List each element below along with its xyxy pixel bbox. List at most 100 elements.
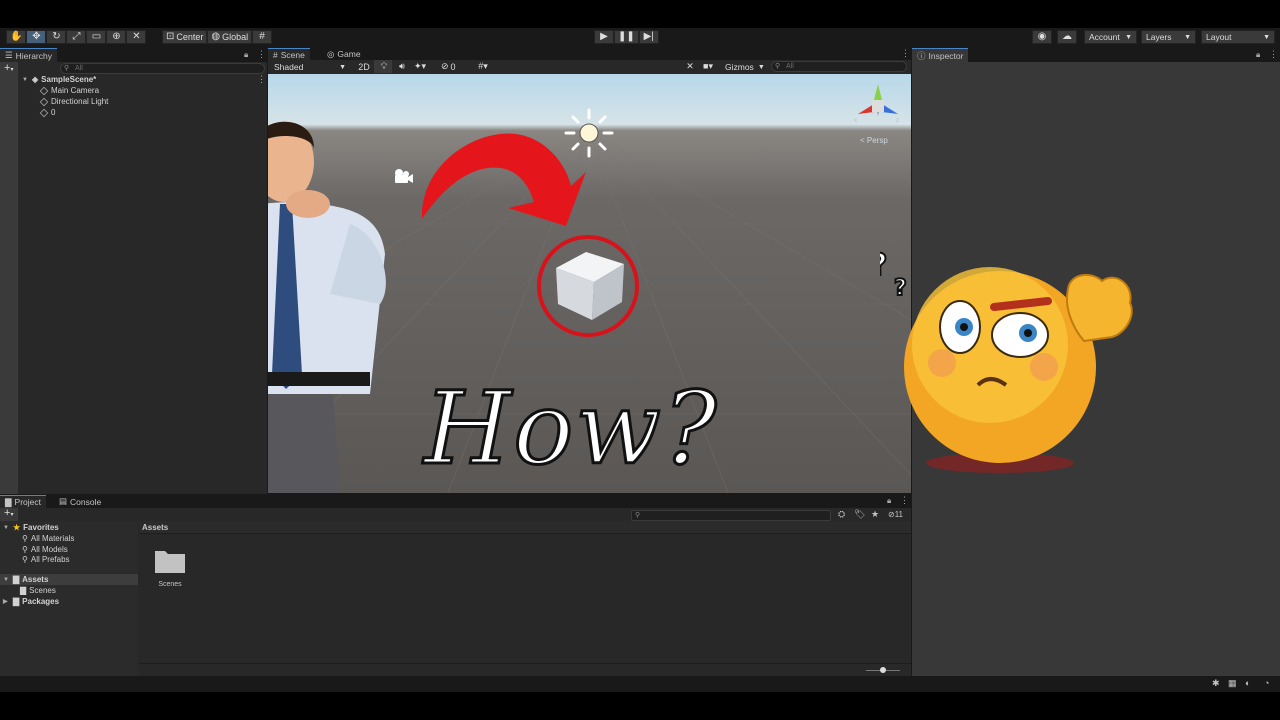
project-search-input[interactable]: ⚲ xyxy=(631,510,831,521)
persp-label[interactable]: < Persp xyxy=(860,136,888,145)
transform-tool-icon[interactable]: ⊕ xyxy=(106,30,127,44)
custom-tool-icon[interactable]: ✕ xyxy=(126,30,147,44)
scene-root-row[interactable]: ▼ ◈ SampleScene* xyxy=(22,74,96,85)
lock-icon[interactable]: 🔒︎ xyxy=(1256,50,1260,60)
asset-grid-item[interactable]: Scenes xyxy=(150,547,190,588)
favorite-item[interactable]: ⚲ All Prefabs xyxy=(22,554,70,565)
cloud-icon[interactable]: ☁ xyxy=(1057,30,1077,44)
audio-toggle-icon[interactable]: 🔊︎ xyxy=(392,60,412,73)
lighting-toggle-icon[interactable]: 💡︎ xyxy=(374,60,394,73)
hierarchy-item[interactable]: 0 xyxy=(39,107,56,118)
hidden-objects-toggle[interactable]: ⊘ 0 xyxy=(438,60,459,73)
hierarchy-item-label: Directional Light xyxy=(51,97,109,106)
pivot-toggles: ⊡ Center ◍ Global xyxy=(162,30,253,44)
tab-game[interactable]: ◎ Game xyxy=(322,48,366,60)
bug-icon[interactable]: ✱ xyxy=(1212,678,1220,689)
kebab-menu-icon[interactable]: ⋮ xyxy=(257,49,266,60)
progress-icon[interactable]: ◐ xyxy=(1245,678,1250,688)
scene-search-input[interactable]: ⚲ All xyxy=(771,61,907,72)
expand-arrow-icon[interactable]: ▼ xyxy=(22,77,29,83)
tab-scene[interactable]: # Scene xyxy=(268,48,310,60)
zoom-slider-handle[interactable] xyxy=(880,667,886,673)
grid-icon: # xyxy=(273,49,278,60)
rotate-tool-icon[interactable]: ↻ xyxy=(46,30,67,44)
move-tool-icon[interactable]: ✥ xyxy=(26,30,47,44)
kebab-menu-icon[interactable]: ⋮ xyxy=(901,48,910,59)
confused-emoji-image: ? ? ? xyxy=(880,247,1133,473)
favorite-item-label: All Models xyxy=(30,545,68,554)
pivot-label: Center xyxy=(176,32,204,42)
play-icon: ▶ xyxy=(600,31,608,42)
hand-tool-icon[interactable]: ✋ xyxy=(6,30,27,44)
space-label: Global xyxy=(222,32,249,42)
packages-row[interactable]: ▶ ▇ Packages xyxy=(3,596,59,607)
rect-tool-icon[interactable]: ▭ xyxy=(86,30,107,44)
favorite-item[interactable]: ⚲ All Materials xyxy=(22,533,74,544)
collab-icon[interactable]: ◉ xyxy=(1032,30,1052,44)
camera-settings-icon[interactable]: ■▾ xyxy=(698,60,718,73)
scene-kebab-icon[interactable]: ⋮ xyxy=(257,74,266,85)
create-button[interactable]: +▾ xyxy=(4,507,13,519)
kebab-menu-icon[interactable]: ⋮ xyxy=(1269,49,1278,60)
effects-toggle-icon[interactable]: ✦▾ xyxy=(410,60,430,73)
tab-hierarchy[interactable]: ☰ Hierarchy xyxy=(0,48,57,62)
chevron-down-icon: ▼ xyxy=(1184,33,1191,41)
tab-inspector[interactable]: ⓘ Inspector xyxy=(912,48,969,62)
hierarchy-item-label: 0 xyxy=(51,108,56,117)
scene-viewport[interactable]: x z < Persp How? xyxy=(268,74,911,493)
tab-console[interactable]: ▤ Console xyxy=(54,495,106,508)
hierarchy-item[interactable]: Directional Light xyxy=(39,96,109,107)
add-button[interactable]: +▾ xyxy=(4,62,13,74)
project-panel: ▇ Project ▤ Console 🔒︎ ⋮ +▾ ⚲ ⛭ 🏷︎ ★ ⊘11 ▼… xyxy=(0,495,911,676)
kebab-menu-icon[interactable]: ⋮ xyxy=(900,495,909,506)
layout-dropdown[interactable]: Layout ▼ xyxy=(1201,30,1275,44)
folder-icon: ▇ xyxy=(13,575,20,584)
grid-toggle-icon[interactable]: #▾ xyxy=(473,60,493,73)
scale-tool-icon[interactable]: ⤢ xyxy=(66,30,87,44)
toggle-2d-button[interactable]: 2D xyxy=(354,60,374,73)
layers-dropdown[interactable]: Layers ▼ xyxy=(1141,30,1196,44)
tools-icon[interactable]: ✕ xyxy=(680,60,700,73)
shading-mode-label: Shaded xyxy=(274,62,304,72)
svg-text:?: ? xyxy=(894,276,907,301)
lock-icon[interactable]: 🔒︎ xyxy=(887,496,891,506)
search-icon: ⚲ xyxy=(775,63,781,70)
favorites-row[interactable]: ▼ ★ Favorites xyxy=(3,522,59,533)
collapse-arrow-icon[interactable]: ▶ xyxy=(3,598,10,605)
account-dropdown[interactable]: Account ▼ xyxy=(1084,30,1137,44)
pivot-global-toggle[interactable]: ◍ Global xyxy=(207,30,253,44)
play-button[interactable]: ▶ xyxy=(594,30,614,44)
expand-arrow-icon[interactable]: ▼ xyxy=(3,577,10,583)
shading-mode-dropdown[interactable]: Shaded ▼ xyxy=(270,60,350,74)
layout-label: Layout xyxy=(1206,32,1232,42)
lock-icon[interactable]: 🔒︎ xyxy=(244,50,248,60)
info-icon: ⓘ xyxy=(917,50,926,61)
search-icon: ⚲ xyxy=(22,534,28,543)
assets-breadcrumb-bar: Assets xyxy=(139,521,911,534)
pivot-center-toggle[interactable]: ⊡ Center xyxy=(162,30,208,44)
step-button[interactable]: ▶| xyxy=(638,30,659,44)
filter-type-icon[interactable]: ⛭ xyxy=(838,509,845,520)
favorite-star-icon[interactable]: ★ xyxy=(871,509,879,520)
grid-snap-icon[interactable]: # xyxy=(252,30,272,44)
hidden-packages-toggle[interactable]: ⊘11 xyxy=(888,510,903,519)
hierarchy-search-input[interactable]: ⚲ All xyxy=(60,63,265,74)
status-bar: ✱ ▦ ◐ ◔ xyxy=(0,677,1280,691)
filter-label-icon[interactable]: 🏷︎ xyxy=(854,509,865,520)
hidden-packages-count: 11 xyxy=(894,510,904,519)
breadcrumb[interactable]: Assets xyxy=(142,523,168,532)
assets-row[interactable]: ▼ ▇ Assets xyxy=(3,574,48,585)
lighting-status-icon[interactable]: ◔ xyxy=(1264,678,1269,688)
red-arrow-icon xyxy=(421,133,586,226)
gizmos-dropdown[interactable]: Gizmos ▼ xyxy=(721,60,765,74)
highlighted-cube[interactable] xyxy=(534,232,642,340)
orientation-gizmo[interactable]: x z xyxy=(852,78,904,134)
asset-folder-item[interactable]: ▇ Scenes xyxy=(20,585,56,596)
expand-arrow-icon[interactable]: ▼ xyxy=(3,525,10,531)
pause-button[interactable]: ❚❚ xyxy=(614,30,639,44)
favorite-item-label: All Materials xyxy=(30,534,75,543)
pivot-icon: ⊡ xyxy=(166,31,175,42)
cache-icon[interactable]: ▦ xyxy=(1228,678,1237,689)
hierarchy-item[interactable]: Main Camera xyxy=(39,85,99,96)
list-icon: ☰ xyxy=(5,50,13,60)
